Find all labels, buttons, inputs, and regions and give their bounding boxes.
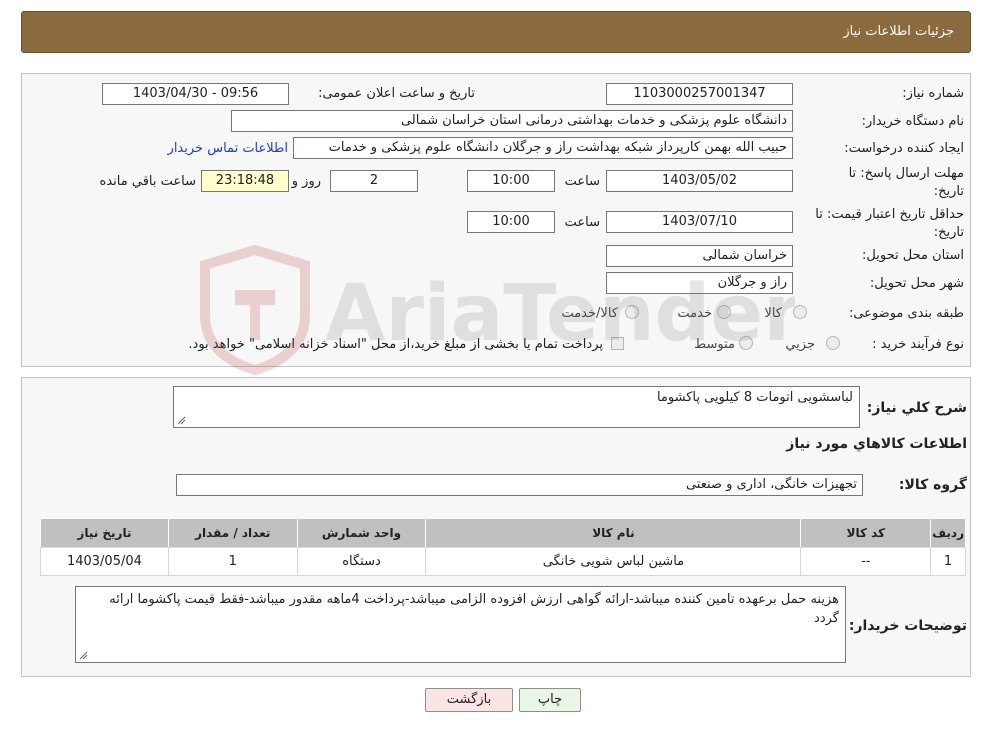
resize-grip-icon[interactable] (78, 650, 88, 660)
validity-label-date: تاریخ: (933, 225, 964, 240)
category-label: طبقه بندی موضوعی: (848, 306, 964, 321)
cell-row: 1 (930, 547, 966, 576)
buyer-field: دانشگاه علوم پزشکی و خدمات بهداشتی درمان… (231, 110, 793, 132)
remaining-label: ساعت باقي مانده (99, 174, 196, 189)
province-field: خراسان شمالی (606, 245, 793, 267)
category-option-goods: کالا (764, 306, 782, 321)
summary-label: شرح کلي نياز: (866, 400, 967, 416)
category-radio-service[interactable] (717, 305, 731, 319)
items-table-header: رديف کد کالا نام کالا واحد شمارش تعداد /… (40, 518, 966, 548)
announce-label: تاریخ و ساعت اعلان عمومی: (318, 86, 475, 101)
col-date: تاريخ نياز (40, 518, 169, 548)
purchase-radio-minor[interactable] (826, 336, 840, 350)
province-label: استان محل تحویل: (862, 248, 964, 263)
back-button[interactable]: بازگشت (425, 688, 513, 712)
announce-field: 1403/04/30 - 09:56 (102, 83, 289, 105)
category-radio-goods-service[interactable] (625, 305, 639, 319)
deadline-date-field: 1403/05/02 (606, 170, 793, 192)
col-row: رديف (930, 518, 966, 548)
purchase-option-medium: متوسط (694, 337, 735, 352)
requester-field: حبیب الله بهمن کارپرداز شبکه بهداشت راز … (293, 137, 793, 159)
purchase-radio-medium[interactable] (739, 336, 753, 350)
category-option-service: خدمت (677, 306, 712, 321)
summary-text: لباسشویی اتومات 8 کیلویی پاکشوما (656, 390, 853, 405)
cell-code: -- (800, 547, 932, 576)
summary-textarea: لباسشویی اتومات 8 کیلویی پاکشوما (173, 386, 860, 428)
resize-grip-icon[interactable] (176, 415, 186, 425)
col-name: نام کالا (425, 518, 802, 548)
print-button[interactable]: چاپ (519, 688, 581, 712)
deadline-time-field: 10:00 (467, 170, 555, 192)
page-title: جزئیات اطلاعات نیاز (843, 24, 954, 39)
col-unit: واحد شمارش (296, 518, 427, 548)
city-label: شهر محل تحویل: (869, 276, 964, 291)
category-option-goods-service: کالا/خدمت (561, 306, 618, 321)
validity-time-field: 10:00 (467, 211, 555, 233)
days-label: روز و (291, 174, 321, 189)
cell-qty: 1 (167, 547, 298, 576)
requester-label: ایجاد کننده درخواست: (844, 141, 964, 156)
deadline-time-label: ساعت (564, 174, 600, 189)
cell-date: 1403/05/04 (40, 547, 169, 576)
buyer-contact-link[interactable]: اطلاعات تماس خریدار (168, 141, 288, 156)
group-label: گروه کالا: (898, 477, 967, 493)
validity-time-label: ساعت (564, 215, 600, 230)
items-heading: اطلاعات کالاهاي مورد نياز (786, 436, 967, 452)
validity-label: حداقل تاریخ اعتبار قیمت: تا (815, 207, 964, 222)
validity-date-field: 1403/07/10 (606, 211, 793, 233)
purchase-note: پرداخت تمام یا بخشی از مبلغ خرید،از محل … (188, 337, 603, 352)
buyer-notes-label: توضیحات خریدار: (848, 618, 967, 634)
purchase-type-label: نوع فرآیند خرید : (872, 337, 964, 352)
buyer-label: نام دستگاه خریدار: (861, 114, 964, 129)
cell-unit: دستگاه (296, 547, 427, 576)
col-code: کد کالا (800, 518, 932, 548)
city-field: راز و جرگلان (606, 272, 793, 294)
days-field: 2 (330, 170, 418, 192)
buyer-notes-textarea: هزینه حمل برعهده تامین کننده میباشد-ارائ… (75, 586, 846, 663)
page-header: جزئیات اطلاعات نیاز (21, 11, 971, 53)
remaining-time-field: 23:18:48 (201, 170, 289, 192)
need-number-label: شماره نیاز: (902, 86, 964, 101)
group-field: تجهیزات خانگی، اداری و صنعتی (176, 474, 863, 496)
buyer-notes-text: هزینه حمل برعهده تامین کننده میباشد-ارائ… (109, 592, 839, 626)
cell-name: ماشین لباس شویی خانگی (425, 547, 802, 576)
category-radio-goods[interactable] (793, 305, 807, 319)
col-qty: تعداد / مقدار (167, 518, 298, 548)
deadline-label: مهلت ارسال پاسخ: تا (848, 166, 964, 181)
purchase-option-minor: جزیي (785, 337, 815, 352)
table-row: 1 -- ماشین لباس شویی خانگی دستگاه 1 1403… (40, 547, 966, 576)
treasury-checkbox[interactable] (611, 337, 624, 350)
need-number-field: 1103000257001347 (606, 83, 793, 105)
items-table: رديف کد کالا نام کالا واحد شمارش تعداد /… (40, 518, 966, 576)
deadline-label-date: تاریخ: (933, 184, 964, 199)
